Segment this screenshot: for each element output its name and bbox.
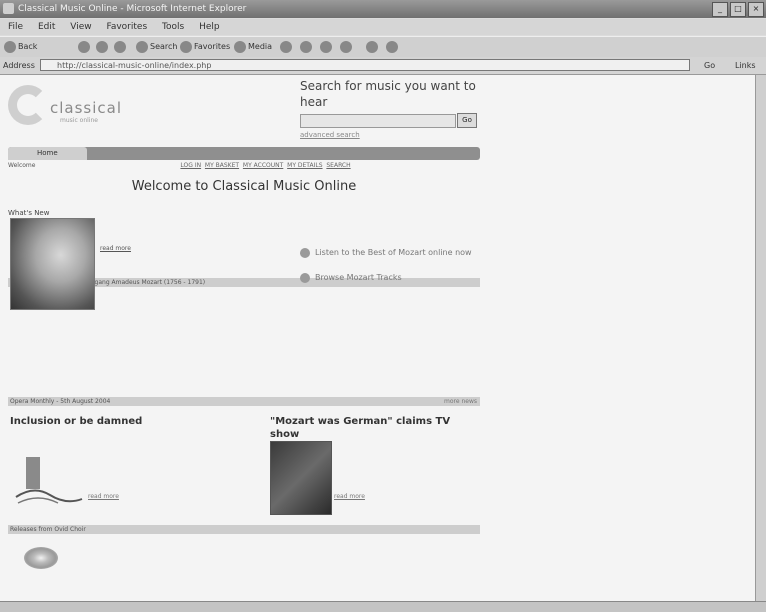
article1-read-more[interactable]: read more	[88, 493, 119, 500]
address-input[interactable]: http://classical-music-online/index.php	[40, 59, 690, 71]
back-arrow-icon	[4, 40, 16, 53]
address-bar: Address http://classical-music-online/in…	[0, 57, 766, 75]
list-item	[28, 234, 478, 242]
main-nav: Home	[8, 147, 480, 160]
nav-home[interactable]: Home	[8, 147, 87, 160]
logo-word: classical	[50, 99, 123, 117]
nav-item-3[interactable]	[165, 147, 244, 160]
media-icon	[234, 40, 246, 53]
window-title: Classical Music Online - Microsoft Inter…	[18, 4, 247, 14]
stop-icon	[78, 40, 90, 53]
status-bar	[0, 601, 766, 612]
refresh-button[interactable]	[96, 37, 110, 57]
address-label: Address	[3, 61, 35, 70]
news-bar: Opera Monthly - 5th August 2004 more new…	[8, 397, 480, 406]
menu-help[interactable]: Help	[199, 22, 220, 32]
advanced-search-link[interactable]: advanced search	[300, 131, 360, 139]
vertical-scrollbar[interactable]	[755, 75, 766, 601]
bio-read-more-link[interactable]: read more	[100, 245, 131, 252]
search-input[interactable]	[300, 114, 456, 128]
article2-title[interactable]: "Mozart was German" claims TV show	[270, 415, 470, 441]
refresh-icon	[96, 40, 108, 53]
back-button[interactable]: Back	[4, 37, 37, 57]
account-link[interactable]: MY ACCOUNT	[243, 162, 283, 169]
edit-icon	[340, 40, 352, 53]
search-link[interactable]: SEARCH	[326, 162, 350, 169]
browser-window: Classical Music Online - Microsoft Inter…	[0, 0, 766, 612]
releases-bar-title: Releases from Ovid Choir	[10, 526, 86, 533]
history-button[interactable]	[280, 37, 294, 57]
print-button[interactable]	[320, 37, 334, 57]
search-button[interactable]: Search	[136, 37, 177, 57]
home-button[interactable]	[114, 37, 128, 57]
menu-view[interactable]: View	[70, 22, 91, 32]
home-icon	[114, 40, 126, 53]
close-button[interactable]: ×	[748, 2, 764, 17]
news-bar-title: Opera Monthly - 5th August 2004	[10, 398, 111, 405]
nav-item-5[interactable]	[323, 147, 402, 160]
discuss-button[interactable]	[366, 37, 380, 57]
speaker-icon	[300, 248, 310, 258]
search-icon	[136, 40, 148, 53]
go-button[interactable]: Go	[704, 57, 715, 74]
search-panel: Search for music you want to hear Go adv…	[300, 78, 485, 139]
article1-text: read more	[88, 493, 253, 501]
nav-item-2[interactable]	[87, 147, 166, 160]
article2-image	[270, 441, 332, 515]
favorites-button[interactable]: Favorites	[180, 37, 230, 57]
window-controls: _ □ ×	[712, 2, 764, 17]
login-link[interactable]: LOG IN	[180, 162, 201, 169]
maximize-button[interactable]: □	[730, 2, 746, 17]
page-viewport: classical music online Search for music …	[0, 75, 755, 601]
discuss-icon	[366, 40, 378, 53]
article1-image	[15, 457, 83, 504]
mail-icon	[300, 40, 312, 53]
welcome-bar: Welcome LOG IN MY BASKET MY ACCOUNT MY D…	[8, 161, 480, 170]
welcome-text: Welcome	[8, 162, 36, 169]
ie-icon	[3, 3, 14, 14]
nav-item-6[interactable]	[401, 147, 480, 160]
logo-c-mark	[8, 85, 48, 125]
article1-title[interactable]: Inclusion or be damned	[10, 415, 250, 428]
history-icon	[280, 40, 292, 53]
messenger-icon	[386, 40, 398, 53]
whats-new-heading: What's New	[8, 209, 50, 217]
site-logo[interactable]: classical music online	[8, 83, 138, 143]
media-button[interactable]: Media	[234, 37, 272, 57]
mozart-portrait	[10, 218, 95, 310]
page-title: Welcome to Classical Music Online	[131, 179, 357, 194]
menu-favorites[interactable]: Favorites	[106, 22, 147, 32]
title-bar: Classical Music Online - Microsoft Inter…	[0, 0, 766, 18]
minimize-button[interactable]: _	[712, 2, 728, 17]
print-icon	[320, 40, 332, 53]
search-go-button[interactable]: Go	[457, 113, 477, 128]
links-button[interactable]: Links	[735, 57, 756, 74]
more-news-link[interactable]: more news	[444, 397, 477, 406]
star-icon	[180, 40, 192, 53]
logo-tagline: music online	[60, 117, 98, 124]
nav-item-4[interactable]	[244, 147, 323, 160]
menu-bar: File Edit View Favorites Tools Help	[0, 19, 766, 35]
stop-button[interactable]	[78, 37, 92, 57]
menu-edit[interactable]: Edit	[38, 22, 55, 32]
toolbar: Back Search Favorites Media	[0, 36, 766, 58]
music-note-icon	[300, 273, 310, 283]
composer-bio: read more	[100, 245, 295, 253]
edit-button[interactable]	[340, 37, 354, 57]
messenger-button[interactable]	[386, 37, 400, 57]
mail-button[interactable]	[300, 37, 314, 57]
basket-link[interactable]: MY BASKET	[205, 162, 239, 169]
menu-file[interactable]: File	[8, 22, 23, 32]
menu-tools[interactable]: Tools	[162, 22, 184, 32]
releases-bar: Releases from Ovid Choir	[8, 525, 480, 534]
cd-icon	[24, 547, 58, 569]
search-heading: Search for music you want to hear	[300, 79, 476, 109]
details-link[interactable]: MY DETAILS	[287, 162, 322, 169]
list-item	[28, 224, 478, 232]
article2-text: read more	[334, 493, 479, 501]
article2-read-more[interactable]: read more	[334, 493, 365, 500]
